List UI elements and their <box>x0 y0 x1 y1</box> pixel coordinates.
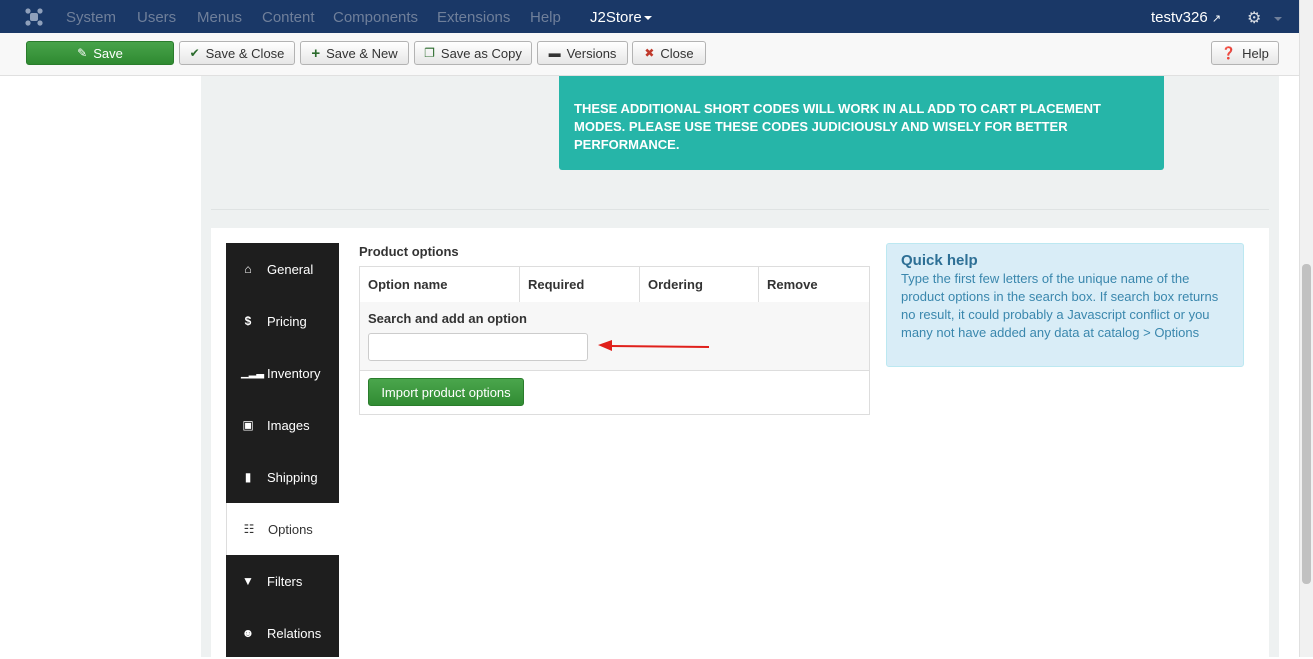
product-tabs: ⌂ General $ Pricing ▁▂▃ Inventory ▣ Images ▮… <box>226 243 339 657</box>
menu-j2store[interactable]: J2Store <box>590 9 652 26</box>
tab-relations[interactable]: ☻ Relations <box>226 607 339 659</box>
menu-components[interactable]: Components <box>333 9 418 26</box>
tab-inventory-label: Inventory <box>267 365 321 381</box>
right-gutter <box>1279 76 1299 657</box>
menu-extensions[interactable]: Extensions <box>437 9 510 26</box>
page-scrollbar[interactable] <box>1299 0 1313 657</box>
tab-general-label: General <box>267 261 314 277</box>
truck-icon: ▮ <box>244 470 252 484</box>
help-button[interactable]: ❓ Help <box>1211 41 1279 65</box>
tab-filters-label: Filters <box>267 573 303 589</box>
column-remove: Remove <box>767 277 818 292</box>
settings-menu[interactable]: ⚙ <box>1247 8 1282 28</box>
close-button[interactable]: ✖ Close <box>632 41 706 65</box>
chevron-down-icon <box>643 16 652 21</box>
menu-users[interactable]: Users <box>137 9 176 26</box>
close-label: Close <box>660 45 694 61</box>
dollar-icon: $ <box>244 314 252 328</box>
joomla-logo-icon[interactable] <box>24 7 44 27</box>
signal-icon: ▁▂▃ <box>241 367 265 379</box>
tab-shipping[interactable]: ▮ Shipping <box>226 451 339 503</box>
help-label: Help <box>1242 45 1269 61</box>
quick-help-box: Quick help Type the first few letters of… <box>886 243 1244 367</box>
search-option-input[interactable] <box>368 333 588 361</box>
tab-options-label: Options <box>268 521 313 537</box>
menu-menus[interactable]: Menus <box>197 9 242 26</box>
plus-icon: + <box>311 44 321 62</box>
versions-label: Versions <box>566 45 617 61</box>
divider <box>211 209 1269 210</box>
save-copy-button[interactable]: ❐ Save as Copy <box>414 41 532 65</box>
column-required: Required <box>520 267 640 302</box>
tab-pricing-label: Pricing <box>267 313 307 329</box>
tab-inventory[interactable]: ▁▂▃ Inventory <box>226 347 339 399</box>
quick-help-text: Type the first few letters of the unique… <box>901 271 1219 340</box>
save-close-label: Save & Close <box>205 45 285 61</box>
tab-general[interactable]: ⌂ General <box>226 243 339 295</box>
menu-j2store-label: J2Store <box>590 9 642 26</box>
image-icon: ▣ <box>242 418 254 432</box>
product-options-title: Product options <box>359 244 459 259</box>
column-ordering: Ordering <box>640 267 759 302</box>
top-navbar: System Users Menus Content Components Ex… <box>0 0 1299 33</box>
edit-icon: ✎ <box>77 46 88 60</box>
question-circle-icon: ❓ <box>1221 46 1237 60</box>
external-link-icon: ↗ <box>1211 13 1222 25</box>
versions-button[interactable]: ▬ Versions <box>537 41 628 65</box>
column-option-name: Option name <box>360 267 520 302</box>
archive-icon: ▬ <box>548 46 561 60</box>
save-copy-label: Save as Copy <box>440 45 522 61</box>
table-header: Option name Required Ordering Remove <box>360 267 869 303</box>
search-option-row: Search and add an option <box>360 302 869 371</box>
menu-system[interactable]: System <box>66 9 116 26</box>
notice-text: THESE ADDITIONAL SHORT CODES WILL WORK I… <box>574 101 1101 152</box>
close-circle-icon: ✖ <box>644 46 655 60</box>
save-close-button[interactable]: ✔ Save & Close <box>179 41 295 65</box>
save-button-label: Save <box>93 45 123 61</box>
shortcodes-notice: THESE ADDITIONAL SHORT CODES WILL WORK I… <box>559 76 1164 170</box>
left-column <box>0 76 201 657</box>
copy-icon: ❐ <box>424 46 435 60</box>
filter-icon: ▼ <box>242 574 254 588</box>
user-name: testv326 <box>1151 9 1208 26</box>
tab-filters[interactable]: ▼ Filters <box>226 555 339 607</box>
red-arrow-annotation <box>598 340 710 351</box>
check-icon: ✔ <box>189 46 200 60</box>
tab-images-label: Images <box>267 417 310 433</box>
import-product-options-button[interactable]: Import product options <box>368 378 524 406</box>
user-site-link[interactable]: testv326 ↗ <box>1151 9 1221 26</box>
scrollbar-thumb[interactable] <box>1302 264 1311 584</box>
tab-images[interactable]: ▣ Images <box>226 399 339 451</box>
save-new-label: Save & New <box>326 45 398 61</box>
toolbar: ✎ Save ✔ Save & Close + Save & New ❐ Save as… <box>0 33 1299 76</box>
gear-icon: ⚙ <box>1247 10 1262 27</box>
menu-help[interactable]: Help <box>530 9 561 26</box>
tab-options[interactable]: ☷ Options <box>226 503 339 555</box>
quick-help-title: Quick help <box>901 252 978 269</box>
tab-shipping-label: Shipping <box>267 469 318 485</box>
tab-relations-label: Relations <box>267 625 322 641</box>
chevron-down-icon <box>1273 16 1282 21</box>
save-button[interactable]: ✎ Save <box>26 41 174 65</box>
sitemap-icon: ☷ <box>243 522 255 536</box>
tab-pricing[interactable]: $ Pricing <box>226 295 339 347</box>
search-option-label: Search and add an option <box>368 311 527 326</box>
users-icon: ☻ <box>241 626 255 640</box>
home-icon: ⌂ <box>244 262 252 276</box>
menu-content[interactable]: Content <box>262 9 315 26</box>
save-new-button[interactable]: + Save & New <box>300 41 409 65</box>
